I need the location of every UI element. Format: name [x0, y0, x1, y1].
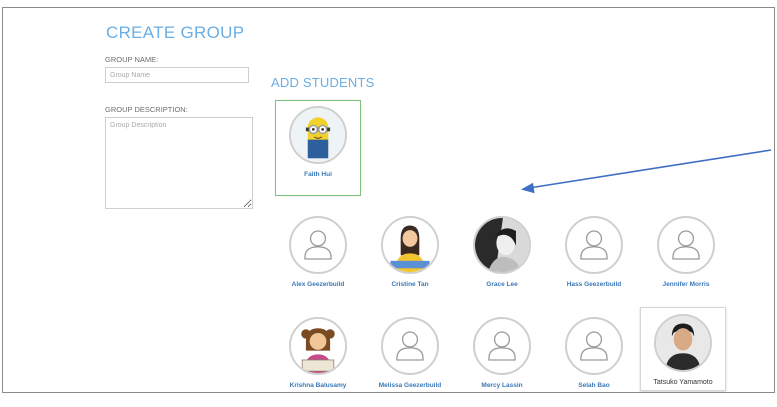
group-description-input[interactable] — [105, 117, 253, 209]
group-description-label: GROUP DESCRIPTION: — [105, 105, 188, 114]
student-name: Cristine Tan — [391, 281, 429, 288]
student-name: Krishna Balusamy — [289, 382, 347, 389]
student-name: Hass Geezerbuild — [566, 281, 622, 288]
photo-avatar-icon — [654, 314, 712, 372]
student-card-alex-geezerbuild[interactable]: Alex Geezerbuild — [275, 216, 361, 289]
student-card-hass-geezerbuild[interactable]: Hass Geezerbuild — [551, 216, 637, 289]
student-card-cristine-tan[interactable]: Cristine Tan — [367, 216, 453, 289]
default-user-avatar-icon — [565, 317, 623, 375]
student-card-grace-lee[interactable]: Grace Lee — [459, 216, 545, 289]
page-title: CREATE GROUP — [106, 23, 245, 42]
student-name: Melissa Geezerbuild — [378, 382, 442, 389]
student-card-melissa-geezerbuild[interactable]: Melissa Geezerbuild — [367, 317, 453, 390]
group-name-label: GROUP NAME: — [105, 55, 159, 64]
student-card-tatsuko-yamamoto[interactable]: Tatsuko Yamamoto — [640, 307, 726, 391]
cartoon-girl-avatar-icon — [381, 216, 439, 274]
student-name: Jennifer Morris — [662, 281, 710, 288]
student-card-jennifer-morris[interactable]: Jennifer Morris — [643, 216, 729, 289]
photo-avatar-icon — [473, 216, 531, 274]
add-students-title: ADD STUDENTS — [271, 75, 375, 90]
create-group-page: CREATE GROUP GROUP NAME: GROUP DESCRIPTI… — [2, 7, 775, 393]
student-name: Faith Hui — [304, 171, 332, 178]
student-card-mercy-lassin[interactable]: Mercy Lassin — [459, 317, 545, 390]
student-card-krishna-balusamy[interactable]: Krishna Balusamy — [275, 317, 361, 390]
student-name: Alex Geezerbuild — [291, 281, 345, 288]
default-user-avatar-icon — [565, 216, 623, 274]
default-user-avatar-icon — [289, 216, 347, 274]
student-name: Mercy Lassin — [481, 382, 523, 389]
student-name: Selah Bao — [578, 382, 610, 389]
minion-avatar-icon — [289, 106, 347, 164]
group-name-input[interactable] — [105, 67, 249, 83]
student-name: Tatsuko Yamamoto — [653, 379, 713, 386]
student-name: Grace Lee — [486, 281, 518, 288]
cartoon-child-avatar-icon — [289, 317, 347, 375]
default-user-avatar-icon — [381, 317, 439, 375]
default-user-avatar-icon — [473, 317, 531, 375]
default-user-avatar-icon — [657, 216, 715, 274]
student-card-faith-hui[interactable]: Faith Hui — [275, 100, 361, 196]
student-card-selah-bao[interactable]: Selah Bao — [551, 317, 637, 390]
